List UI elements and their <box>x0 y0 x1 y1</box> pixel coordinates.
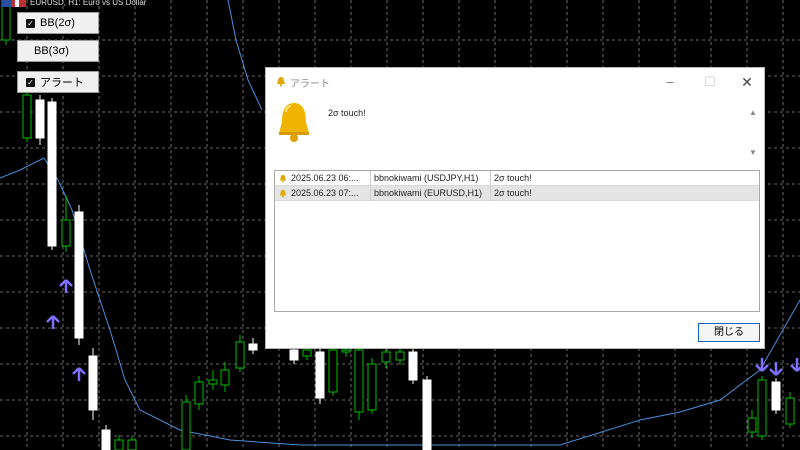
candle-body <box>220 369 230 386</box>
checkbox-checked-icon: ✓ <box>26 18 35 28</box>
candle-body <box>35 99 45 139</box>
candle-body <box>757 379 767 437</box>
chart-title: EURUSD, H1: Euro vs US Dollar <box>2 0 146 9</box>
dialog-titlebar[interactable]: アラート – ☐ ✕ <box>266 68 764 96</box>
list-item-selected[interactable]: 2025.06.23 07:... bbnokiwami (EURUSD,H1)… <box>275 186 759 201</box>
message-scrollbar[interactable]: ▲ ▼ <box>748 108 760 160</box>
candle-body <box>367 363 377 411</box>
alert-dialog: アラート – ☐ ✕ 2σ touch! ▲ ▼ 2025.06.23 06:.… <box>265 67 765 349</box>
scroll-down-icon[interactable]: ▼ <box>749 148 757 157</box>
candle-body <box>289 349 299 361</box>
bb3-toggle-button[interactable]: BB(3σ) <box>17 40 99 62</box>
candle-body <box>47 101 57 247</box>
candle-body <box>771 381 781 411</box>
buy-arrow-icon <box>59 279 73 293</box>
row-time: 2025.06.23 06:... <box>275 171 371 186</box>
row-time: 2025.06.23 07:... <box>275 186 371 201</box>
scroll-up-icon[interactable]: ▲ <box>749 108 757 117</box>
list-item[interactable]: 2025.06.23 06:... bbnokiwami (USDJPY,H1)… <box>275 171 759 186</box>
bb2-toggle-button[interactable]: ✓ BB(2σ) <box>17 12 99 34</box>
candle-body <box>315 351 325 399</box>
candle-body <box>194 381 204 405</box>
checkbox-checked-icon: ✓ <box>26 77 35 87</box>
maximize-icon[interactable]: ☐ <box>698 72 722 92</box>
candle-body <box>208 379 218 385</box>
minimize-icon[interactable]: – <box>658 72 682 92</box>
candle-body <box>302 349 312 357</box>
buy-arrow-icon <box>46 315 60 329</box>
alert-toggle-button[interactable]: ✓ アラート <box>17 71 99 93</box>
dialog-title: アラート <box>290 79 330 90</box>
candle-body <box>74 211 84 339</box>
candle-body <box>422 379 432 450</box>
row-indicator: bbnokiwami (EURUSD,H1) <box>371 186 491 201</box>
row-message: 2σ touch! <box>494 188 532 198</box>
candle-body <box>395 351 405 361</box>
candle-body <box>328 349 338 393</box>
candle-body <box>22 94 32 139</box>
close-button[interactable]: 閉じる <box>698 323 760 342</box>
candle-body <box>181 401 191 450</box>
candle-body <box>747 417 757 433</box>
message-area: 2σ touch! <box>266 96 752 162</box>
bb3-label: BB(3σ) <box>34 45 69 57</box>
candle-body <box>114 439 124 450</box>
candle-body <box>127 439 137 450</box>
candle-body <box>785 397 795 425</box>
bb2-label: BB(2σ) <box>40 17 75 29</box>
row-indicator: bbnokiwami (USDJPY,H1) <box>371 171 491 186</box>
alert-message: 2σ touch! <box>328 108 366 118</box>
flag-icon <box>2 0 26 7</box>
candle-body <box>61 219 71 247</box>
candle-body <box>408 351 418 381</box>
sell-arrow-icon <box>790 358 800 372</box>
candle-body <box>354 349 364 413</box>
candle-body <box>248 343 258 351</box>
candle-body <box>341 349 351 353</box>
buy-arrow-icon <box>72 367 86 381</box>
chart-symbol-title: EURUSD, H1: Euro vs US Dollar <box>30 0 147 7</box>
candle-body <box>381 351 391 363</box>
bell-icon <box>276 76 286 90</box>
candle-body <box>88 355 98 411</box>
alert-label: アラート <box>40 77 84 89</box>
bell-icon <box>276 100 312 149</box>
candle-body <box>235 341 245 369</box>
candle-body <box>101 429 111 450</box>
alert-history-list[interactable]: 2025.06.23 06:... bbnokiwami (USDJPY,H1)… <box>274 170 760 312</box>
close-icon[interactable]: ✕ <box>735 72 759 92</box>
bollinger-band-upper-line <box>227 0 263 111</box>
row-message: 2σ touch! <box>494 173 532 183</box>
